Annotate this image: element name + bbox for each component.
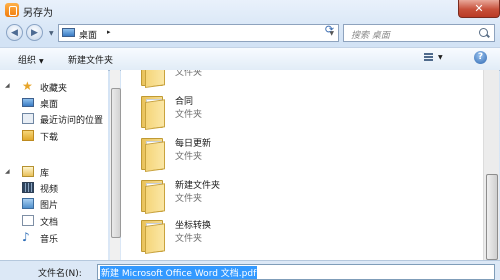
file-name: 合同: [175, 97, 194, 107]
navigation-pane-scrollbar[interactable]: [110, 70, 121, 260]
scrollbar-thumb[interactable]: [486, 174, 498, 260]
address-bar[interactable]: 桌面 ▸ ▼: [58, 24, 339, 42]
filename-value[interactable]: 新建 Microsoft Office Word 文档.pdf: [100, 266, 258, 279]
address-location[interactable]: 桌面: [79, 28, 97, 41]
save-as-dialog: 另存为 ✕ ◀ ▶ ▼ 桌面 ▸ ▼ ⟳ 搜索 桌面 组织 ▼ 新建文件夹 ▼ ?…: [0, 0, 500, 280]
sidebar-item-label: 库: [40, 169, 50, 179]
search-icon[interactable]: [479, 28, 488, 37]
title-bar: 另存为 ✕: [0, 0, 500, 21]
filename-input[interactable]: 新建 Microsoft Office Word 文档.pdf: [97, 264, 495, 280]
scrollbar-thumb[interactable]: [111, 88, 121, 238]
pictures-library-icon: [22, 198, 34, 209]
view-options-icon[interactable]: [424, 53, 433, 62]
file-name: 坐标转换: [175, 221, 212, 231]
folder-icon: [141, 138, 165, 172]
collapse-libraries-icon[interactable]: ◢: [5, 168, 10, 175]
close-button[interactable]: ✕: [458, 0, 500, 18]
list-item[interactable]: 文件夹: [121, 70, 483, 92]
refresh-icon[interactable]: ⟳: [321, 23, 338, 37]
file-type: 文件夹: [175, 234, 203, 244]
navigation-bar: ◀ ▶ ▼ 桌面 ▸ ▼ ⟳ 搜索 桌面: [0, 21, 500, 45]
sidebar-item-label: 文档: [40, 218, 59, 228]
folder-icon: [141, 180, 165, 214]
chevron-down-icon: ▼: [39, 58, 44, 65]
view-dropdown-icon[interactable]: ▼: [438, 54, 443, 61]
window-title: 另存为: [23, 8, 53, 19]
list-item[interactable]: 坐标转换 文件夹: [121, 214, 483, 258]
search-box[interactable]: 搜索 桌面: [343, 24, 495, 42]
folder-icon: [141, 70, 165, 88]
breadcrumb-chevron-icon[interactable]: ▸: [107, 28, 111, 36]
list-item[interactable]: 每日更新 文件夹: [121, 132, 483, 176]
recent-pages-dropdown-icon[interactable]: ▼: [49, 30, 54, 37]
sidebar-item-label: 收藏夹: [40, 84, 68, 94]
organize-menu[interactable]: 组织 ▼: [18, 53, 44, 66]
sidebar-item-label: 音乐: [40, 235, 59, 245]
file-type: 文件夹: [175, 152, 203, 162]
new-folder-button[interactable]: 新建文件夹: [68, 53, 113, 66]
filename-label: 文件名(N):: [38, 269, 82, 279]
music-library-icon: ♪: [22, 230, 30, 244]
sidebar-item-label: 桌面: [40, 100, 59, 110]
recent-places-icon: [22, 113, 34, 124]
sidebar-item-label: 下载: [40, 133, 59, 143]
file-name: 每日更新: [175, 139, 212, 149]
search-placeholder: 搜索 桌面: [351, 31, 390, 41]
app-icon: [5, 3, 19, 17]
organize-label: 组织: [18, 56, 37, 66]
file-name: 新建文件夹: [175, 181, 221, 191]
list-item[interactable]: 新建文件夹 文件夹: [121, 174, 483, 218]
folder-icon: [141, 96, 165, 130]
file-list-scrollbar[interactable]: [483, 70, 499, 260]
list-item[interactable]: 合同 文件夹: [121, 90, 483, 134]
help-icon[interactable]: ?: [474, 51, 487, 64]
folder-icon: [141, 220, 165, 254]
file-list: 文件夹 合同 文件夹 每日更新 文件夹 新建文件夹 文件夹 坐标转换 文件夹: [121, 70, 483, 260]
sidebar-item-label: 最近访问的位置: [40, 116, 104, 126]
back-button[interactable]: ◀: [6, 24, 23, 41]
forward-button[interactable]: ▶: [26, 24, 43, 41]
command-toolbar: 组织 ▼ 新建文件夹 ▼ ?: [0, 47, 500, 71]
documents-library-icon: [22, 215, 34, 226]
downloads-folder-icon: [22, 130, 34, 141]
collapse-favorites-icon[interactable]: ◢: [5, 82, 10, 89]
star-icon: ★: [22, 79, 33, 93]
desktop-icon: [22, 98, 34, 107]
video-library-icon: [22, 182, 34, 193]
library-icon: [22, 166, 34, 177]
file-type: 文件夹: [175, 110, 203, 120]
filename-bar: 文件名(N): 新建 Microsoft Office Word 文档.pdf: [0, 260, 500, 280]
desktop-icon: [62, 28, 75, 37]
file-type: 文件夹: [175, 194, 203, 204]
sidebar-item-label: 视频: [40, 185, 59, 195]
file-type: 文件夹: [175, 70, 203, 78]
navigation-pane: ◢ ★ 收藏夹 桌面 最近访问的位置 下载 ◢ 库 视频 图片 文档 ♪ 音乐: [0, 70, 108, 260]
sidebar-item-label: 图片: [40, 201, 59, 211]
